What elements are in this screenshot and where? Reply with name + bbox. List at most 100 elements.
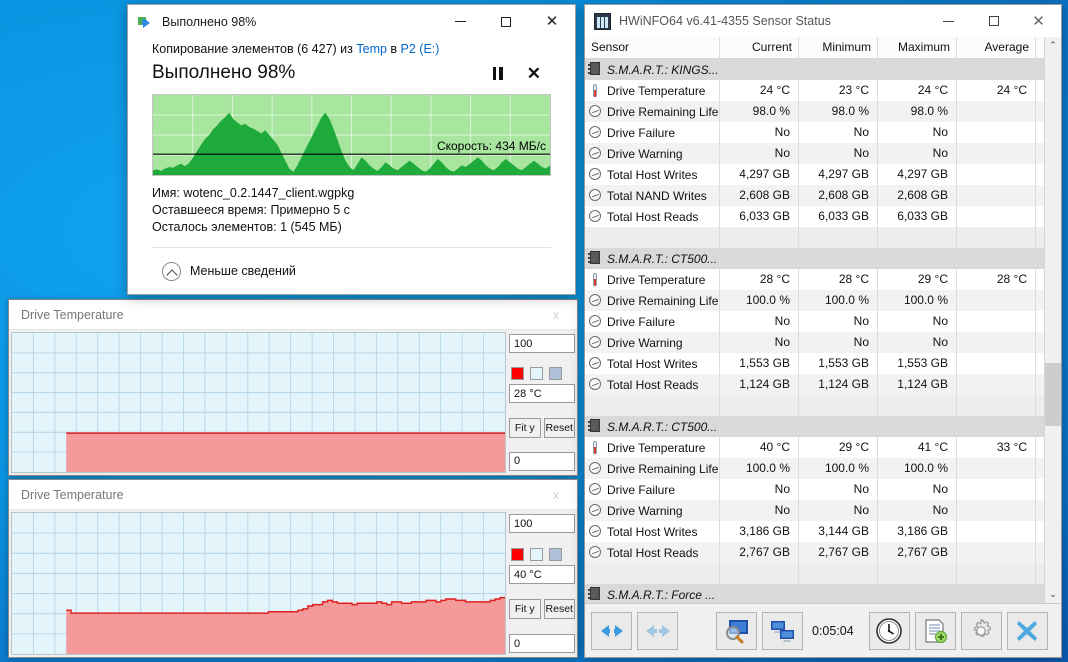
cell-maximum: [878, 395, 957, 416]
scrollbar-track[interactable]: [1045, 54, 1062, 586]
graph-window-2[interactable]: Drive Temperature x 100 40 °C Fit y Rese: [8, 479, 578, 658]
copy-progress-dialog[interactable]: Выполнено 98% ✕ Копирование элементов (6…: [127, 4, 576, 295]
less-details-button[interactable]: Меньше сведений: [152, 248, 551, 294]
graph-window-1-swatch-grid[interactable]: [549, 367, 562, 380]
table-row[interactable]: Total Host Writes4,297 GB4,297 GB4,297 G…: [585, 164, 1044, 185]
cell-minimum: No: [799, 500, 878, 521]
graph-window-1-swatch-bg[interactable]: [530, 367, 543, 380]
copy-dialog-minimize-button[interactable]: [437, 5, 483, 38]
scrollbar-thumb[interactable]: [1045, 363, 1062, 427]
close-x-button[interactable]: [1007, 612, 1048, 650]
sensor-label: Drive Warning: [607, 147, 683, 161]
arrows-expand-button[interactable]: [591, 612, 632, 650]
table-row[interactable]: Drive WarningNoNoNo: [585, 143, 1044, 164]
sensor-group-row[interactable]: S.M.A.R.T.: CT500...: [585, 248, 1044, 269]
hwinfo-scrollbar[interactable]: ⌃ ⌄: [1044, 37, 1061, 603]
graph-window-1-swatch-line[interactable]: [511, 367, 524, 380]
sensor-name-cell: [585, 563, 720, 584]
copy-dialog-close-button[interactable]: ✕: [529, 5, 575, 38]
graph-window-2-titlebar[interactable]: Drive Temperature x: [9, 480, 577, 510]
table-row[interactable]: Total Host Writes3,186 GB3,144 GB3,186 G…: [585, 521, 1044, 542]
cell-average: [957, 521, 1036, 542]
cell-maximum: No: [878, 143, 957, 164]
cell-current: 100.0 %: [720, 290, 799, 311]
copy-time-label: Оставшееся время:: [152, 203, 267, 217]
graph-window-1-titlebar[interactable]: Drive Temperature x: [9, 300, 577, 330]
cell-minimum: No: [799, 332, 878, 353]
graph-window-2-close-icon[interactable]: x: [535, 480, 577, 509]
sensor-name-cell: S.M.A.R.T.: CT500...: [585, 416, 720, 437]
table-row[interactable]: Total Host Reads6,033 GB6,033 GB6,033 GB: [585, 206, 1044, 227]
hwinfo-window[interactable]: HWiNFO64 v6.41-4355 Sensor Status ✕ Sens…: [584, 4, 1062, 658]
logging-button[interactable]: [915, 612, 956, 650]
table-row[interactable]: Drive WarningNoNoNo: [585, 500, 1044, 521]
remote-monitor-button[interactable]: [762, 612, 803, 650]
hwinfo-minimize-button[interactable]: [926, 5, 971, 37]
sensor-name-cell: Drive Remaining Life: [585, 101, 720, 122]
table-row[interactable]: Total NAND Writes2,608 GB2,608 GB2,608 G…: [585, 185, 1044, 206]
hwinfo-table-header[interactable]: SensorCurrentMinimumMaximumAverage: [585, 37, 1044, 59]
sensor-group-row[interactable]: S.M.A.R.T.: CT500...: [585, 416, 1044, 437]
table-row[interactable]: Total Host Reads1,124 GB1,124 GB1,124 GB: [585, 374, 1044, 395]
graph-window-1[interactable]: Drive Temperature x 100 28 °C Fit y Rese: [8, 299, 578, 476]
graph-window-1-close-icon[interactable]: x: [535, 300, 577, 329]
graph-window-2-swatch-line[interactable]: [511, 548, 524, 561]
sensor-name-cell: Drive Failure: [585, 479, 720, 500]
table-row[interactable]: Total Host Reads2,767 GB2,767 GB2,767 GB: [585, 542, 1044, 563]
graph-window-2-reset-button[interactable]: Reset: [544, 599, 576, 619]
table-row[interactable]: Drive FailureNoNoNo: [585, 122, 1044, 143]
table-row[interactable]: Drive WarningNoNoNo: [585, 332, 1044, 353]
graph-window-1-ymin-input[interactable]: 0: [509, 452, 575, 471]
table-row[interactable]: Drive Temperature24 °C23 °C24 °C24 °C: [585, 80, 1044, 101]
sensor-magnify-button[interactable]: [716, 612, 757, 650]
table-row[interactable]: Drive FailureNoNoNo: [585, 479, 1044, 500]
chevron-up-icon: [162, 262, 181, 281]
clock-button[interactable]: [869, 612, 910, 650]
graph-window-1-reset-button[interactable]: Reset: [544, 418, 576, 438]
settings-gear-button[interactable]: [961, 612, 1002, 650]
scroll-down-icon[interactable]: ⌄: [1045, 586, 1062, 603]
hwinfo-close-button[interactable]: ✕: [1016, 5, 1061, 37]
sensor-group-row[interactable]: S.M.A.R.T.: KINGS...: [585, 59, 1044, 80]
cell-average: [957, 227, 1036, 248]
cell-current: No: [720, 122, 799, 143]
column-header-maximum[interactable]: Maximum: [878, 37, 957, 58]
graph-window-2-ymin-input[interactable]: 0: [509, 634, 575, 653]
column-header-sensor[interactable]: Sensor: [585, 37, 720, 58]
copy-source-link[interactable]: Temp: [356, 42, 387, 56]
cell-current: 24 °C: [720, 80, 799, 101]
scroll-up-icon[interactable]: ⌃: [1045, 37, 1062, 54]
sensor-group-row[interactable]: S.M.A.R.T.: Force ...: [585, 584, 1044, 603]
hwinfo-window-buttons: ✕: [926, 5, 1061, 37]
table-row[interactable]: Drive Remaining Life100.0 %100.0 %100.0 …: [585, 458, 1044, 479]
table-row[interactable]: Drive Remaining Life100.0 %100.0 %100.0 …: [585, 290, 1044, 311]
cancel-button[interactable]: ✕: [523, 65, 545, 82]
cell-minimum: 3,144 GB: [799, 521, 878, 542]
table-row[interactable]: Drive Temperature28 °C28 °C29 °C28 °C: [585, 269, 1044, 290]
graph-window-2-fit-y-button[interactable]: Fit y: [509, 599, 541, 619]
copy-destination-link[interactable]: P2 (E:): [401, 42, 440, 56]
graph-window-2-ymax-input[interactable]: 100: [509, 514, 575, 533]
copy-dialog-maximize-button[interactable]: [483, 5, 529, 38]
graph-window-2-swatch-grid[interactable]: [549, 548, 562, 561]
table-row[interactable]: Drive Remaining Life98.0 %98.0 %98.0 %: [585, 101, 1044, 122]
graph-window-1-fit-y-button[interactable]: Fit y: [509, 418, 541, 438]
table-spacer-row: [585, 563, 1044, 584]
graph-window-1-plot[interactable]: [11, 332, 506, 473]
column-header-current[interactable]: Current: [720, 37, 799, 58]
hwinfo-titlebar[interactable]: HWiNFO64 v6.41-4355 Sensor Status ✕: [585, 5, 1061, 37]
column-header-minimum[interactable]: Minimum: [799, 37, 878, 58]
cell-maximum: No: [878, 479, 957, 500]
copy-dialog-titlebar[interactable]: Выполнено 98% ✕: [128, 5, 575, 38]
arrows-collapse-button[interactable]: [637, 612, 678, 650]
graph-window-1-ymax-input[interactable]: 100: [509, 334, 575, 353]
cell-maximum: 2,608 GB: [878, 185, 957, 206]
column-header-average[interactable]: Average: [957, 37, 1036, 58]
graph-window-2-swatch-bg[interactable]: [530, 548, 543, 561]
hwinfo-maximize-button[interactable]: [971, 5, 1016, 37]
pause-button[interactable]: [487, 65, 509, 82]
graph-window-2-plot[interactable]: [11, 512, 506, 655]
table-row[interactable]: Drive Temperature40 °C29 °C41 °C33 °C: [585, 437, 1044, 458]
table-row[interactable]: Total Host Writes1,553 GB1,553 GB1,553 G…: [585, 353, 1044, 374]
table-row[interactable]: Drive FailureNoNoNo: [585, 311, 1044, 332]
